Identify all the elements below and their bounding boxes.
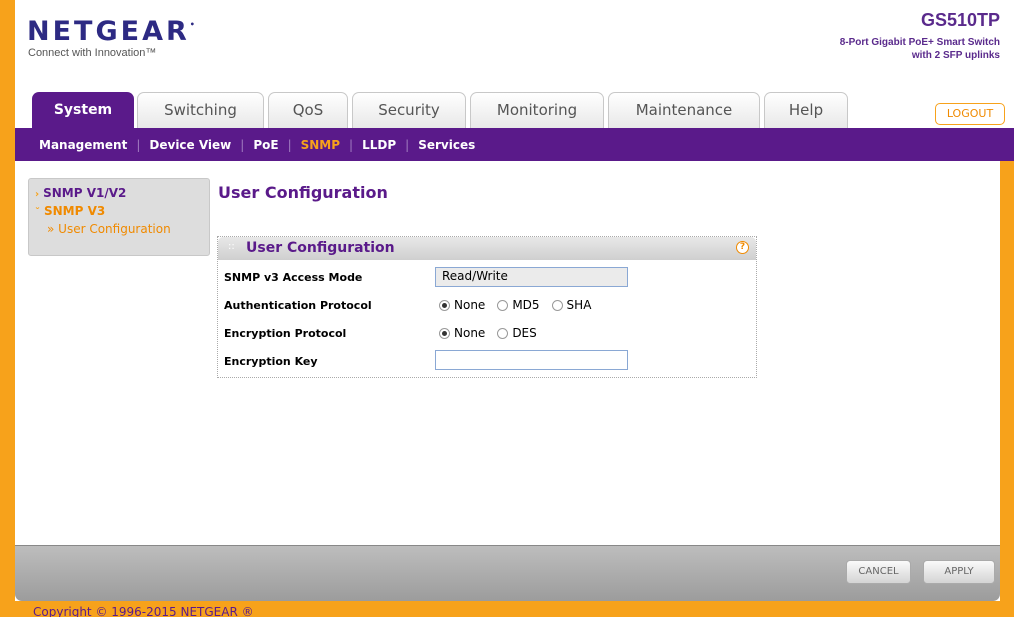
subnav-poe[interactable]: PoE <box>253 138 278 152</box>
footer-bar: CANCEL APPLY <box>15 545 1000 601</box>
enc-key-input[interactable] <box>435 350 628 370</box>
subnav-separator: | <box>287 137 292 152</box>
radio-selected-icon[interactable] <box>439 327 450 339</box>
left-edge-stripe <box>0 0 15 617</box>
box-header: :: User Configuration ? <box>218 237 756 260</box>
apply-button[interactable]: APPLY <box>923 560 995 584</box>
radio-label: None <box>454 326 486 340</box>
auth-protocol-label: Authentication Protocol <box>224 299 372 312</box>
tab-monitoring[interactable]: Monitoring <box>470 92 604 128</box>
logout-button[interactable]: LOGOUT <box>935 103 1005 125</box>
subnav-services[interactable]: Services <box>418 138 475 152</box>
sidebar-item-snmp-v1-v2[interactable]: › SNMP V1/V2 <box>35 185 203 203</box>
sidebar-item-label: SNMP V3 <box>44 204 106 218</box>
model-desc-line2: with 2 SFP uplinks <box>911 50 1000 61</box>
subnav-management[interactable]: Management <box>39 138 127 152</box>
enc-protocol-radio-group: None DES <box>439 326 549 340</box>
subnav-separator: | <box>349 137 354 152</box>
sidebar-item-snmp-v3[interactable]: ˇ SNMP V3 <box>35 203 203 221</box>
subnav-separator: | <box>405 137 410 152</box>
subnav-lldp[interactable]: LLDP <box>362 138 396 152</box>
tab-system[interactable]: System <box>32 92 134 128</box>
radio-label: DES <box>512 326 537 340</box>
chevron-down-icon: ˇ <box>35 207 40 218</box>
model-description: 8-Port Gigabit PoE+ Smart Switch with 2 … <box>840 36 1000 62</box>
cancel-button[interactable]: CANCEL <box>846 560 911 584</box>
header: NETGEAR• Connect with Innovation™ GS510T… <box>15 0 1014 90</box>
access-mode-row: SNMP v3 Access Mode Read/Write <box>224 267 752 289</box>
radio-icon[interactable] <box>551 299 563 311</box>
bullet-icon: » <box>47 222 59 236</box>
enc-option-des[interactable]: DES <box>497 326 537 340</box>
subnav-separator: | <box>136 137 141 152</box>
right-edge-stripe <box>1000 155 1014 617</box>
radio-label: SHA <box>566 298 592 312</box>
sidebar-item-label: SNMP V1/V2 <box>43 186 127 200</box>
subnav-device-view[interactable]: Device View <box>149 138 231 152</box>
sidebar: › SNMP V1/V2 ˇ SNMP V3 » User Configuratio… <box>28 178 210 256</box>
radio-icon[interactable] <box>497 299 509 311</box>
access-mode-label: SNMP v3 Access Mode <box>224 271 363 284</box>
enc-key-label: Encryption Key <box>224 355 318 368</box>
subnav-snmp[interactable]: SNMP <box>301 138 340 152</box>
radio-label: None <box>454 298 486 312</box>
page-title: User Configuration <box>218 183 388 202</box>
model-desc-line1: 8-Port Gigabit PoE+ Smart Switch <box>839 37 1000 48</box>
tab-qos[interactable]: QoS <box>268 92 348 128</box>
grip-icon: :: <box>228 241 235 252</box>
auth-protocol-radio-group: None MD5 SHA <box>439 298 603 312</box>
tab-help[interactable]: Help <box>764 92 848 128</box>
netgear-logo: NETGEAR• <box>27 16 195 47</box>
auth-option-sha[interactable]: SHA <box>551 298 592 312</box>
sidebar-subitem-label: User Configuration <box>58 222 171 236</box>
access-mode-value: Read/Write <box>435 267 628 287</box>
sidebar-subitem-user-configuration[interactable]: » User Configuration <box>47 221 203 238</box>
main-panel: › SNMP V1/V2 ˇ SNMP V3 » User Configuratio… <box>15 161 1000 601</box>
subnav-separator: | <box>240 137 245 152</box>
enc-protocol-row: Encryption Protocol None DES <box>224 323 752 345</box>
auth-option-none[interactable]: None <box>439 298 485 312</box>
sub-navigation: Management | Device View | PoE | SNMP | … <box>15 128 1014 161</box>
tab-security[interactable]: Security <box>352 92 466 128</box>
radio-label: MD5 <box>512 298 540 312</box>
tab-switching[interactable]: Switching <box>137 92 264 128</box>
chevron-right-icon: › <box>35 189 40 200</box>
tagline: Connect with Innovation™ <box>28 47 157 59</box>
help-icon[interactable]: ? <box>736 241 749 254</box>
enc-protocol-label: Encryption Protocol <box>224 327 347 340</box>
user-configuration-box: :: User Configuration ? SNMP v3 Access M… <box>217 236 757 378</box>
radio-selected-icon[interactable] <box>439 299 450 311</box>
auth-option-md5[interactable]: MD5 <box>497 298 540 312</box>
tab-maintenance[interactable]: Maintenance <box>608 92 760 128</box>
enc-key-row: Encryption Key <box>224 350 752 372</box>
enc-option-none[interactable]: None <box>439 326 485 340</box>
auth-protocol-row: Authentication Protocol None MD5 SHA <box>224 295 752 317</box>
copyright-text: Copyright © 1996-2015 NETGEAR ® <box>33 605 254 617</box>
model-name: GS510TP <box>920 10 1000 30</box>
radio-icon[interactable] <box>497 327 509 339</box>
box-title: User Configuration <box>246 240 395 256</box>
